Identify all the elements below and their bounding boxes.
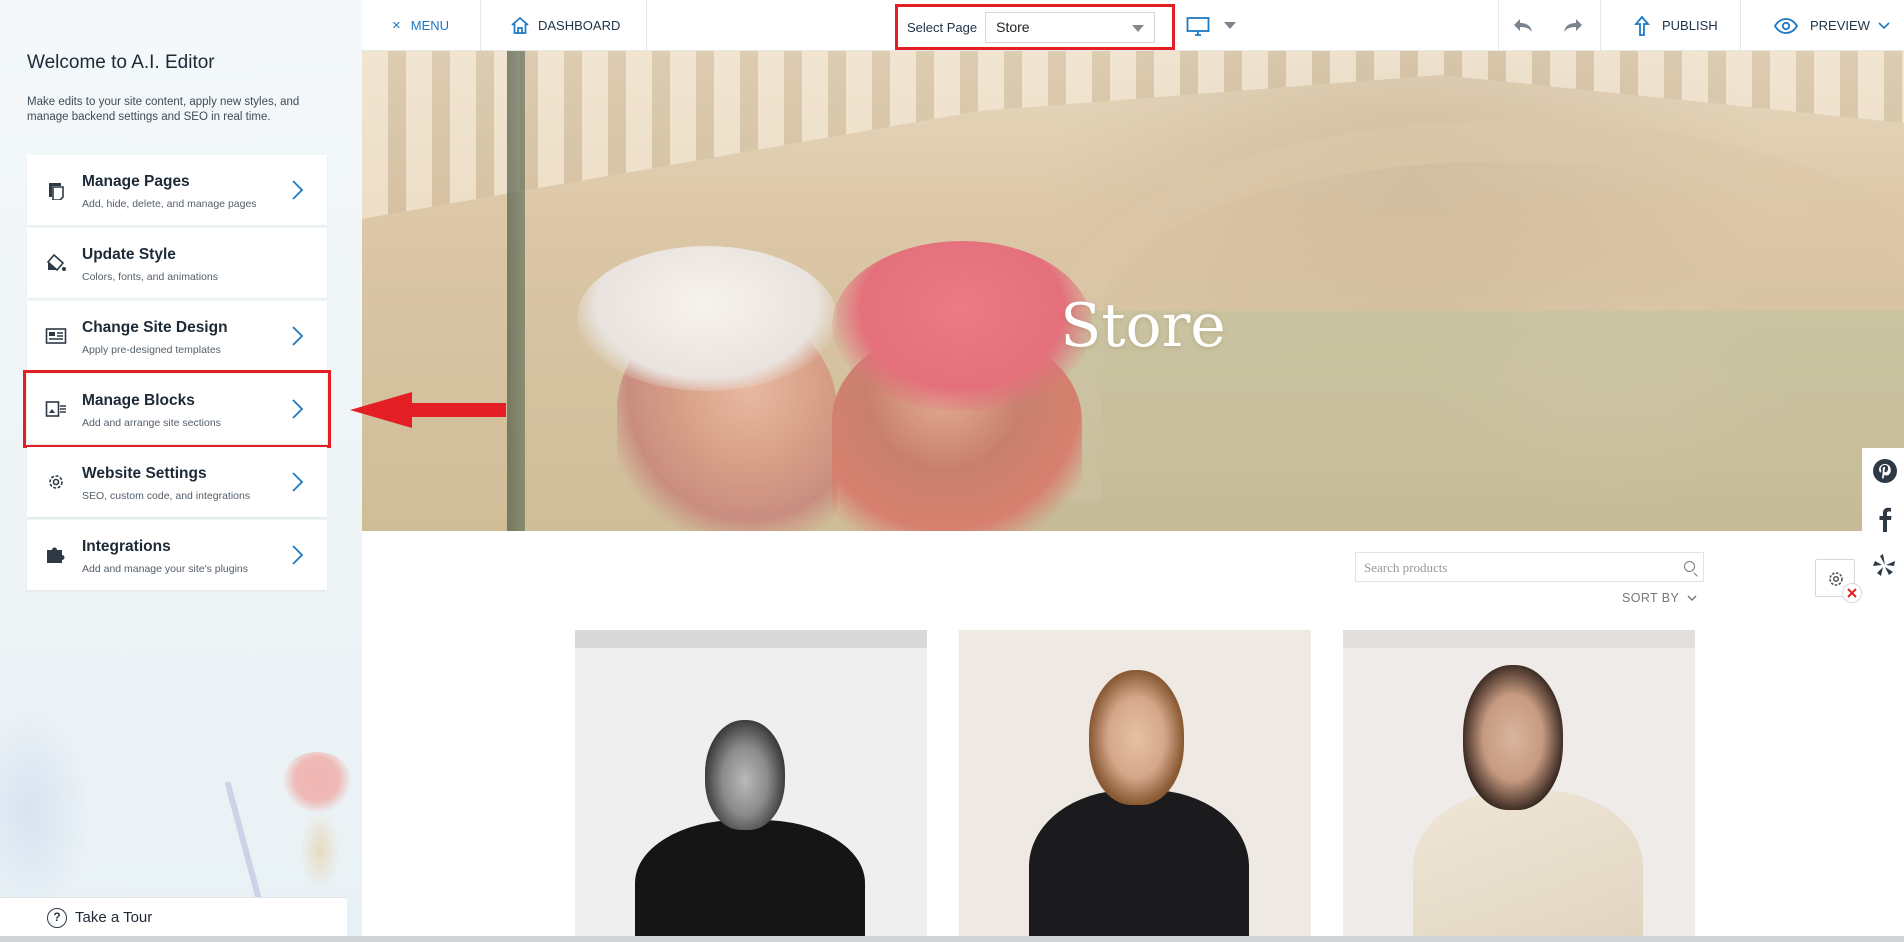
hero-title: Store [1060, 291, 1226, 361]
product-card[interactable] [575, 630, 927, 942]
chevron-down-icon [1878, 21, 1890, 29]
take-a-tour-button[interactable]: ? Take a Tour [0, 897, 347, 937]
decorative-flower [282, 752, 352, 812]
dashboard-button[interactable]: DASHBOARD [510, 0, 620, 51]
chevron-down-icon [1224, 22, 1236, 29]
remove-button[interactable] [1842, 583, 1862, 603]
help-icon: ? [47, 908, 67, 928]
menu-item-update-style[interactable]: Update Style Colors, fonts, and animatio… [27, 228, 327, 298]
toolbar-divider [1600, 0, 1601, 51]
editor-menu-list: Manage Pages Add, hide, delete, and mana… [23, 155, 331, 593]
gear-icon [49, 475, 63, 489]
layout-icon [45, 328, 67, 344]
chevron-right-icon [292, 326, 304, 346]
toolbar-divider [480, 0, 481, 51]
store-hero-banner[interactable]: Store [362, 51, 1904, 531]
chevron-right-icon [292, 472, 304, 492]
menu-item-change-site-design[interactable]: Change Site Design Apply pre-designed te… [27, 301, 327, 371]
publish-button[interactable]: PUBLISH [1634, 0, 1718, 51]
decorative-leaf [0, 700, 90, 920]
device-toggle[interactable] [1186, 0, 1236, 51]
product-image-figure [1029, 790, 1249, 942]
product-image-figure [705, 720, 785, 830]
toolbar-divider [646, 0, 647, 51]
menu-item-desc: Colors, fonts, and animations [82, 271, 218, 283]
taskbar-strip [0, 936, 1904, 942]
social-bar [1862, 448, 1904, 588]
chevron-down-icon [1132, 24, 1145, 32]
yelp-icon[interactable] [1872, 552, 1898, 578]
chevron-down-icon [1687, 595, 1697, 602]
product-image-figure [1413, 790, 1643, 942]
menu-item-title: Change Site Design [82, 319, 228, 336]
select-page-value: Store [996, 19, 1030, 35]
editor-toolbar: × MENU DASHBOARD Select Page Store PUBLI… [362, 0, 1904, 51]
sidebar-title: Welcome to A.I. Editor [27, 52, 215, 73]
redo-icon [1564, 18, 1582, 32]
select-page-control: Select Page Store [895, 4, 1175, 50]
home-icon [511, 16, 529, 34]
take-a-tour-label: Take a Tour [75, 909, 153, 926]
select-page-label: Select Page [907, 19, 978, 35]
search-placeholder: Search products [1364, 560, 1448, 575]
upload-arrow-icon [1634, 15, 1650, 36]
menu-item-title: Integrations [82, 538, 171, 555]
menu-item-title: Website Settings [82, 465, 207, 482]
sort-by-label: SORT BY [1622, 591, 1679, 605]
chevron-right-icon [292, 399, 304, 419]
menu-item-manage-blocks[interactable]: Manage Blocks Add and arrange site secti… [23, 370, 331, 448]
product-image-figure [635, 820, 865, 942]
menu-item-manage-pages[interactable]: Manage Pages Add, hide, delete, and mana… [27, 155, 327, 225]
decorative-stem [300, 810, 340, 890]
menu-item-title: Manage Blocks [82, 392, 195, 409]
product-card[interactable] [959, 630, 1311, 942]
redo-button[interactable] [1562, 0, 1584, 51]
editor-sidebar: Welcome to A.I. Editor Make edits to you… [0, 0, 362, 942]
sort-by-dropdown[interactable]: SORT BY [1622, 591, 1697, 605]
product-card[interactable] [1343, 630, 1695, 942]
eye-icon [1774, 17, 1798, 34]
pages-icon [49, 183, 64, 200]
toolbar-divider [1498, 0, 1499, 51]
paint-bucket-icon [46, 253, 66, 272]
search-products-input[interactable]: Search products [1355, 552, 1704, 582]
undo-icon [1514, 18, 1532, 32]
puzzle-icon [47, 547, 65, 563]
blocks-icon [45, 401, 66, 417]
product-image-figure [1089, 670, 1184, 805]
menu-button[interactable]: × MENU [392, 0, 449, 51]
search-icon [1684, 561, 1695, 572]
toolbar-divider [1740, 0, 1741, 51]
menu-item-website-settings[interactable]: Website Settings SEO, custom code, and i… [27, 447, 327, 517]
pinterest-icon[interactable] [1872, 458, 1898, 484]
sidebar-subtitle: Make edits to your site content, apply n… [27, 96, 300, 123]
menu-item-desc: Apply pre-designed templates [82, 344, 221, 356]
select-page-dropdown[interactable]: Store [985, 11, 1156, 43]
dashboard-label: DASHBOARD [538, 18, 621, 33]
menu-item-desc: Add and arrange site sections [82, 417, 221, 429]
facebook-icon[interactable] [1872, 506, 1898, 532]
publish-label: PUBLISH [1662, 18, 1718, 33]
menu-item-title: Update Style [82, 246, 176, 263]
decorative-grass [224, 781, 262, 899]
close-icon: × [392, 17, 401, 34]
preview-label: PREVIEW [1810, 18, 1870, 33]
annotation-arrow-icon [350, 392, 506, 428]
menu-label: MENU [410, 18, 450, 33]
menu-item-integrations[interactable]: Integrations Add and manage your site's … [27, 520, 327, 590]
chevron-right-icon [292, 180, 304, 200]
menu-item-title: Manage Pages [82, 173, 190, 190]
product-image-figure [1463, 665, 1563, 810]
desktop-icon [1186, 16, 1210, 36]
chevron-right-icon [292, 545, 304, 565]
menu-item-desc: Add and manage your site's plugins [82, 563, 249, 575]
undo-button[interactable] [1512, 0, 1534, 51]
close-icon [1847, 588, 1857, 598]
menu-item-desc: SEO, custom code, and integrations [82, 490, 251, 502]
preview-button[interactable]: PREVIEW [1774, 0, 1902, 51]
menu-item-desc: Add, hide, delete, and manage pages [82, 198, 257, 210]
